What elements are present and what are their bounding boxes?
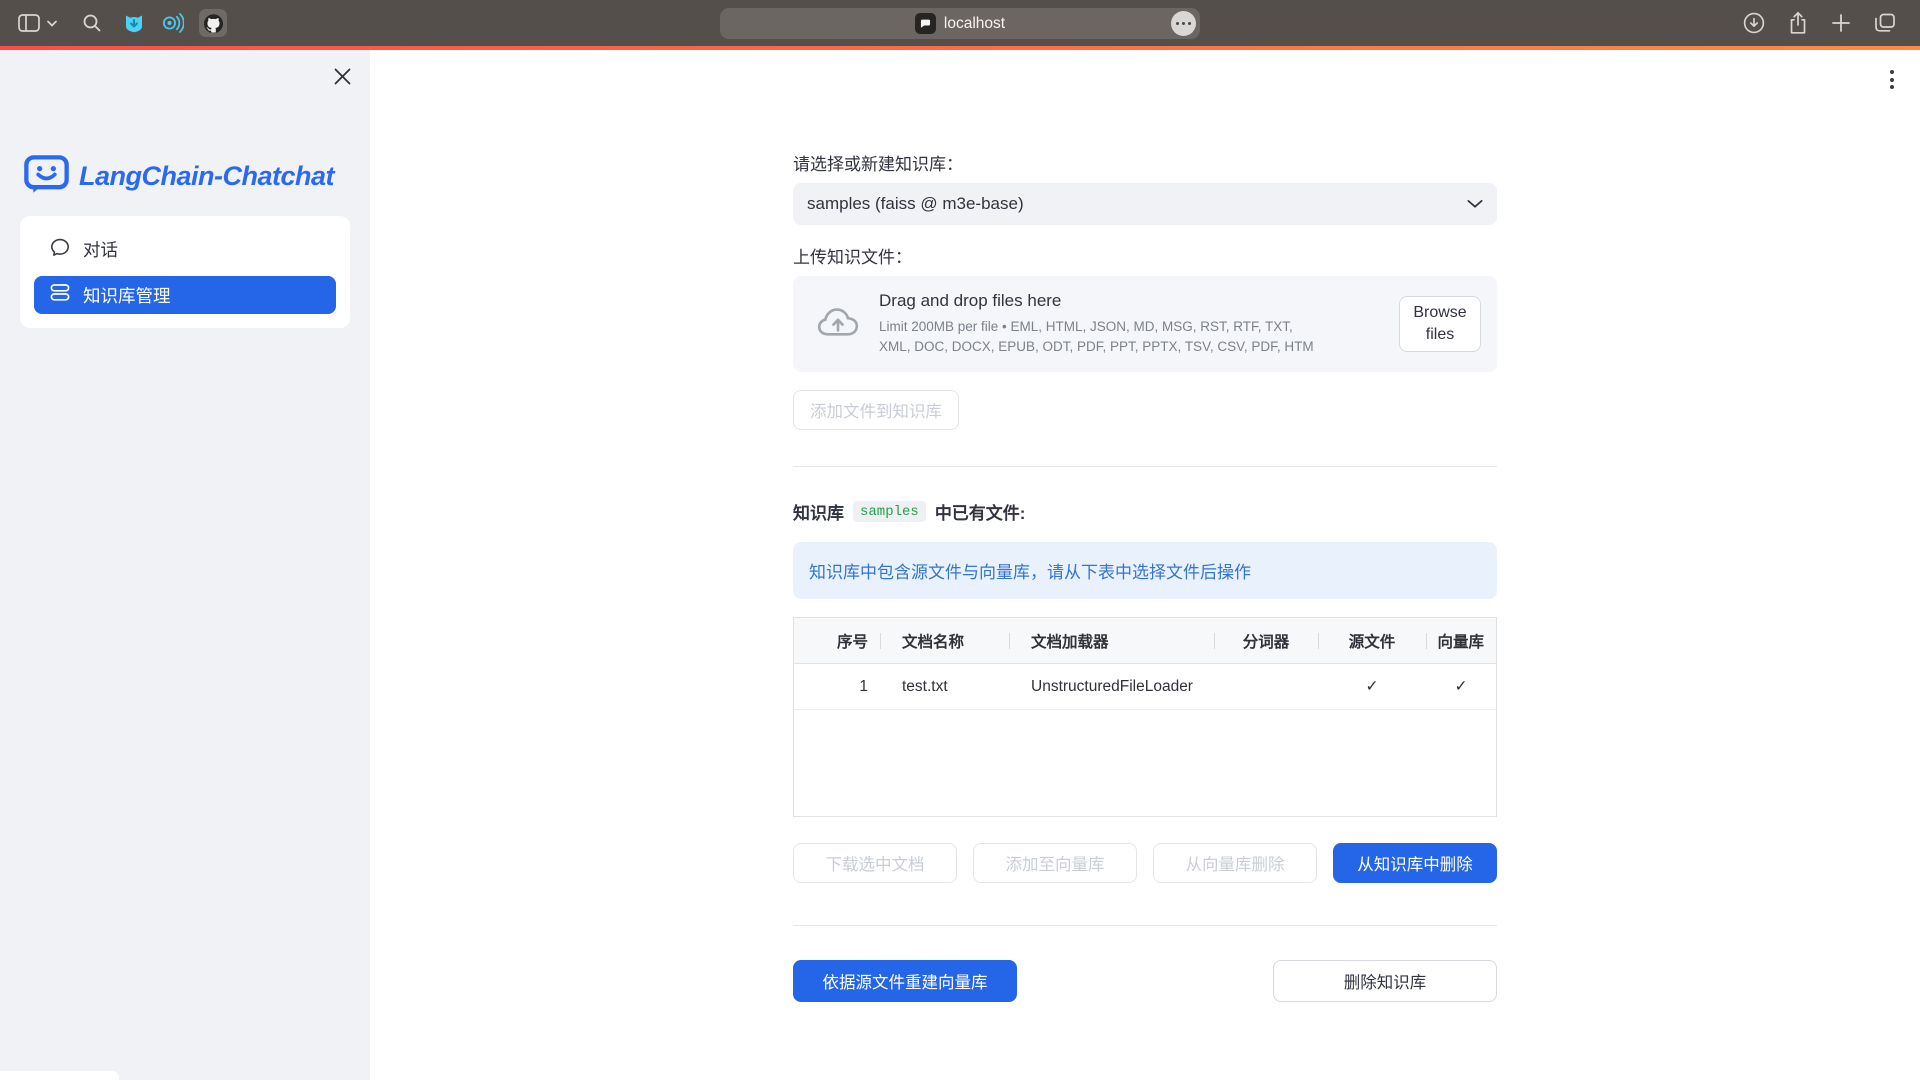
delete-from-kb-button[interactable]: 从知识库中删除	[1333, 843, 1497, 883]
url-text: localhost	[944, 15, 1005, 33]
chevron-down-icon[interactable]	[47, 20, 57, 27]
share-icon[interactable]	[1788, 11, 1808, 35]
info-banner: 知识库中包含源文件与向量库，请从下表中选择文件后操作	[793, 542, 1497, 599]
browser-toolbar: localhost	[0, 0, 1920, 46]
browse-files-button[interactable]: Browse files	[1399, 296, 1481, 352]
dropzone-hint: Limit 200MB per file • EML, HTML, JSON, …	[879, 317, 1327, 358]
kb-select-label: 请选择或新建知识库：	[793, 150, 1497, 175]
sidebar-menu: 对话 知识库管理	[20, 216, 350, 328]
chevron-down-icon	[1467, 194, 1483, 214]
sidebar: LangChain-Chatchat 对话 知识库管理	[0, 50, 370, 1080]
col-header-source[interactable]: 源文件	[1318, 618, 1426, 663]
app-logo: LangChain-Chatchat	[24, 154, 334, 199]
add-to-vectorstore-button[interactable]: 添加至向量库	[973, 843, 1137, 883]
col-header-index[interactable]: 序号	[794, 618, 880, 663]
main-area: 请选择或新建知识库： samples (faiss @ m3e-base) 上传…	[370, 50, 1920, 1080]
kb-files-table: 序号 文档名称 文档加载器 分词器 源文件 向量库 1 test.txt Uns…	[793, 617, 1497, 817]
dropzone-title: Drag and drop files here	[879, 291, 1399, 311]
kb-files-heading: 知识库 samples 中已有文件:	[793, 499, 1497, 524]
waves-extension-icon[interactable]	[160, 12, 184, 34]
sidebar-item-dialogue[interactable]: 对话	[34, 230, 336, 268]
table-row[interactable]: 1 test.txt UnstructuredFileLoader ✓ ✓	[794, 664, 1496, 710]
row-splitter	[1214, 664, 1318, 709]
heading-prefix: 知识库	[793, 499, 844, 524]
app-title: LangChain-Chatchat	[79, 161, 334, 192]
col-header-name[interactable]: 文档名称	[880, 618, 1009, 663]
kebab-menu-icon[interactable]	[1886, 66, 1898, 93]
table-header-row: 序号 文档名称 文档加载器 分词器 源文件 向量库	[794, 618, 1496, 664]
address-bar[interactable]: localhost	[720, 8, 1200, 39]
chat-bubble-icon	[50, 237, 70, 262]
sidebar-item-kb-management[interactable]: 知识库管理	[34, 276, 336, 314]
tab-overview-icon[interactable]	[1874, 13, 1896, 33]
sidebar-toggle-icon[interactable]	[18, 14, 40, 32]
add-files-to-kb-button[interactable]: 添加文件到知识库	[793, 390, 959, 430]
download-icon[interactable]	[1743, 12, 1765, 34]
rebuild-vectorstore-button[interactable]: 依据源文件重建向量库	[793, 960, 1017, 1002]
col-header-vector[interactable]: 向量库	[1426, 618, 1496, 663]
row-file-name: test.txt	[880, 664, 1009, 709]
kb-selectbox-value: samples (faiss @ m3e-base)	[807, 194, 1024, 214]
divider	[793, 925, 1497, 926]
col-header-splitter[interactable]: 分词器	[1214, 618, 1318, 663]
site-favicon	[915, 13, 936, 34]
row-loader: UnstructuredFileLoader	[1009, 664, 1214, 709]
row-source-check: ✓	[1318, 664, 1426, 709]
kb-footer-actions: 依据源文件重建向量库 删除知识库	[793, 960, 1497, 1002]
search-icon[interactable]	[82, 13, 102, 33]
sidebar-item-label: 知识库管理	[83, 283, 171, 308]
chat-logo-icon	[24, 154, 69, 199]
sidebar-item-label: 对话	[83, 237, 118, 262]
row-vector-check: ✓	[1426, 664, 1496, 709]
upload-label: 上传知识文件：	[793, 243, 1497, 268]
kb-selectbox[interactable]: samples (faiss @ m3e-base)	[793, 183, 1497, 225]
kb-stack-icon	[50, 283, 70, 307]
file-dropzone[interactable]: Drag and drop files here Limit 200MB per…	[793, 276, 1497, 372]
ellipsis-icon[interactable]	[1171, 11, 1196, 36]
downloads-extension-icon[interactable]	[123, 12, 145, 34]
remove-from-vector-button[interactable]: 从向量库删除	[1153, 843, 1317, 883]
new-tab-icon[interactable]	[1831, 13, 1851, 33]
col-header-loader[interactable]: 文档加载器	[1009, 618, 1214, 663]
github-icon[interactable]	[199, 9, 227, 37]
status-bar-notch	[0, 1071, 119, 1080]
file-actions: 下载选中文档 添加至向量库 从向量库删除 从知识库中删除	[793, 843, 1497, 883]
heading-suffix: 中已有文件:	[935, 499, 1026, 524]
delete-kb-button[interactable]: 删除知识库	[1273, 960, 1497, 1002]
kb-name-code: samples	[853, 501, 926, 522]
row-index: 1	[794, 664, 880, 709]
cloud-upload-icon	[817, 307, 859, 342]
divider	[793, 466, 1497, 467]
close-icon[interactable]	[332, 66, 352, 86]
download-selected-button[interactable]: 下载选中文档	[793, 843, 957, 883]
